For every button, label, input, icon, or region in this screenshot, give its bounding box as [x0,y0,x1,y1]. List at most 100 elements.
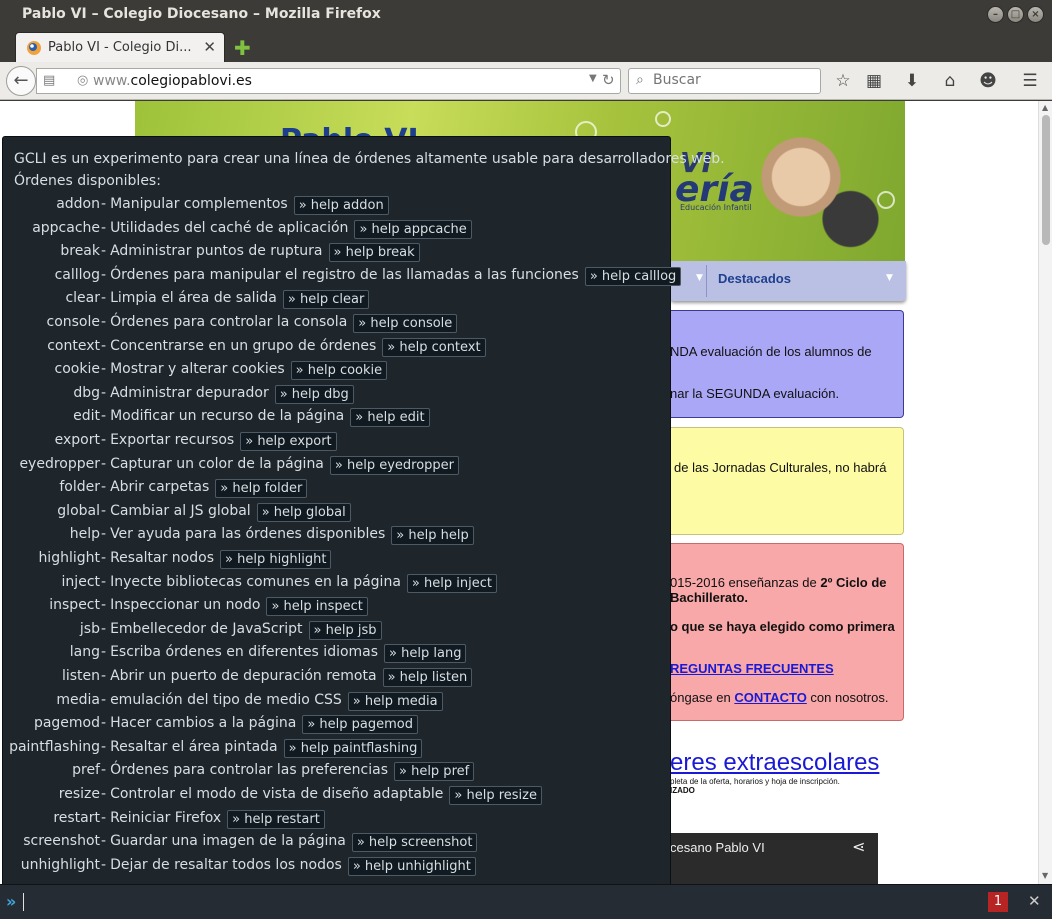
command-input[interactable] [23,893,24,911]
notice-text-part: con nosotros. [806,690,889,705]
command-description: - Administrar depurador » help dbg [101,385,354,404]
search-bar[interactable]: ⌕ [628,68,821,94]
help-command-button[interactable]: » help clear [282,290,370,309]
tab-pablo-vi[interactable]: Pablo VI - Colegio Di... ✕ [15,32,225,62]
command-name: cookie [54,361,100,377]
help-command-button[interactable]: » help paintflashing [283,739,423,758]
help-arrow-icon: » [298,198,311,213]
command-description-text: Inspeccionar un nodo [110,597,261,613]
close-toolbar-icon[interactable]: ✕ [1028,892,1041,910]
help-command-button[interactable]: » help lang [384,644,467,663]
notice-text: NDA evaluación de los alumnos de [670,344,872,359]
chevron-down-icon[interactable]: ▼ [886,273,893,283]
command-row: console - Órdenes para controlar la consol… [3,314,672,334]
window-title: Pablo VI – Colegio Diocesano – Mozilla F… [22,6,381,22]
help-command-button[interactable]: » help screenshot [351,833,478,852]
tab-close-icon[interactable]: ✕ [203,38,216,56]
faq-link[interactable]: REGUNTAS FRECUENTES [670,661,834,676]
help-command-button[interactable]: » help export [240,432,337,451]
url-text[interactable]: www.colegiopablovi.es [93,73,252,89]
help-command-label: help lang [401,646,462,661]
page-scrollbar[interactable]: ▲ ▼ [1038,101,1052,884]
bookmark-star-icon[interactable]: ☆ [831,69,855,93]
help-command-label: help help [408,528,469,543]
command-row: highlight - Resaltar nodos » help highlight [3,550,672,570]
reload-icon[interactable]: ↻ [602,71,615,89]
help-command-button[interactable]: » help break [328,243,420,262]
separator-dash: - [101,692,107,708]
command-name: jsb [79,621,100,637]
command-name: media [56,692,100,708]
help-command-label: help calllog [601,269,677,284]
url-bar[interactable]: ▤ ◎ www.colegiopablovi.es ▼ ↻ [36,68,621,94]
help-command-label: help appcache [371,222,467,237]
history-icon[interactable]: ▤ [43,73,55,88]
close-window-icon[interactable]: × [1027,6,1044,23]
help-command-button[interactable]: » help help [391,526,474,545]
error-count-badge[interactable]: 1 [988,892,1008,912]
help-command-button[interactable]: » help addon [293,196,389,215]
help-command-button[interactable]: » help jsb [308,621,382,640]
help-command-button[interactable]: » help highlight [220,550,332,569]
help-command-label: help clear [299,292,365,307]
help-arrow-icon: » [411,576,424,591]
download-icon[interactable]: ⬇ [900,69,924,93]
minimize-icon[interactable]: – [987,6,1004,23]
help-arrow-icon: » [232,812,245,827]
help-command-button[interactable]: » help console [353,314,458,333]
help-arrow-icon: » [359,222,372,237]
nav-item-destacados[interactable]: Destacados [718,271,791,286]
prompt-icon: » [6,892,17,911]
help-command-button[interactable]: » help listen [382,668,473,687]
help-command-button[interactable]: » help pref [393,762,475,781]
reading-list-icon[interactable]: ▦ [862,69,886,93]
contact-link[interactable]: CONTACTO [734,690,806,705]
command-name: break [60,243,100,259]
help-command-button[interactable]: » help appcache [354,220,472,239]
separator-dash: - [101,432,107,448]
new-tab-icon[interactable]: ✚ [234,36,251,60]
help-command-button[interactable]: » help edit [350,408,430,427]
help-command-button[interactable]: » help inspect [266,597,368,616]
separator-dash: - [101,338,107,354]
separator-dash: - [101,220,107,236]
help-arrow-icon: » [398,764,412,779]
command-description-text: Órdenes para controlar las preferencias [110,762,388,778]
help-command-button[interactable]: » help cookie [290,361,388,380]
home-icon[interactable]: ⌂ [938,69,962,93]
command-name: export [54,432,100,448]
menu-icon[interactable]: ☰ [1018,69,1042,93]
search-input[interactable] [653,72,813,88]
help-command-button[interactable]: » help resize [449,786,542,805]
back-arrow-icon[interactable]: ← [6,66,36,96]
help-command-button[interactable]: » help dbg [274,385,354,404]
maximize-icon[interactable]: □ [1007,6,1024,23]
share-icon[interactable]: ⋖ [852,837,865,856]
help-command-button[interactable]: » help restart [227,810,325,829]
chat-icon[interactable]: ☻ [976,69,1000,93]
help-command-button[interactable]: » help calllog [584,267,682,286]
help-command-button[interactable]: » help folder [215,479,308,498]
url-dropdown-icon[interactable]: ▼ [589,73,597,84]
extracurricular-link[interactable]: eres extraescolares [670,749,879,777]
help-command-button[interactable]: » help inject [406,574,497,593]
scroll-up-icon[interactable]: ▲ [1042,103,1048,112]
notice-text: de las Jornadas Culturales, no habrá [674,460,887,475]
scrollbar-thumb[interactable] [1042,115,1050,245]
command-name: clear [65,290,100,306]
help-command-button[interactable]: » help pagemod [302,715,418,734]
help-command-button[interactable]: » help media [347,692,443,711]
help-command-label: help eyedropper [346,458,455,473]
chevron-down-icon[interactable]: ▼ [696,273,703,283]
help-arrow-icon: » [396,528,409,543]
help-command-button[interactable]: » help context [382,338,486,357]
help-command-button[interactable]: » help unhighlight [347,857,476,876]
command-row: calllog - Órdenes para manipular el regist… [3,267,682,287]
command-name: appcache [32,220,100,236]
help-command-button[interactable]: » help global [256,503,351,522]
notice-text-part: óngase en [670,690,735,705]
scroll-down-icon[interactable]: ▼ [1042,871,1048,880]
command-description: - Escriba órdenes en diferentes idiomas » … [101,644,467,663]
video-embed[interactable]: cesano Pablo VI ⋖ [670,833,878,884]
help-command-button[interactable]: » help eyedropper [329,456,460,475]
